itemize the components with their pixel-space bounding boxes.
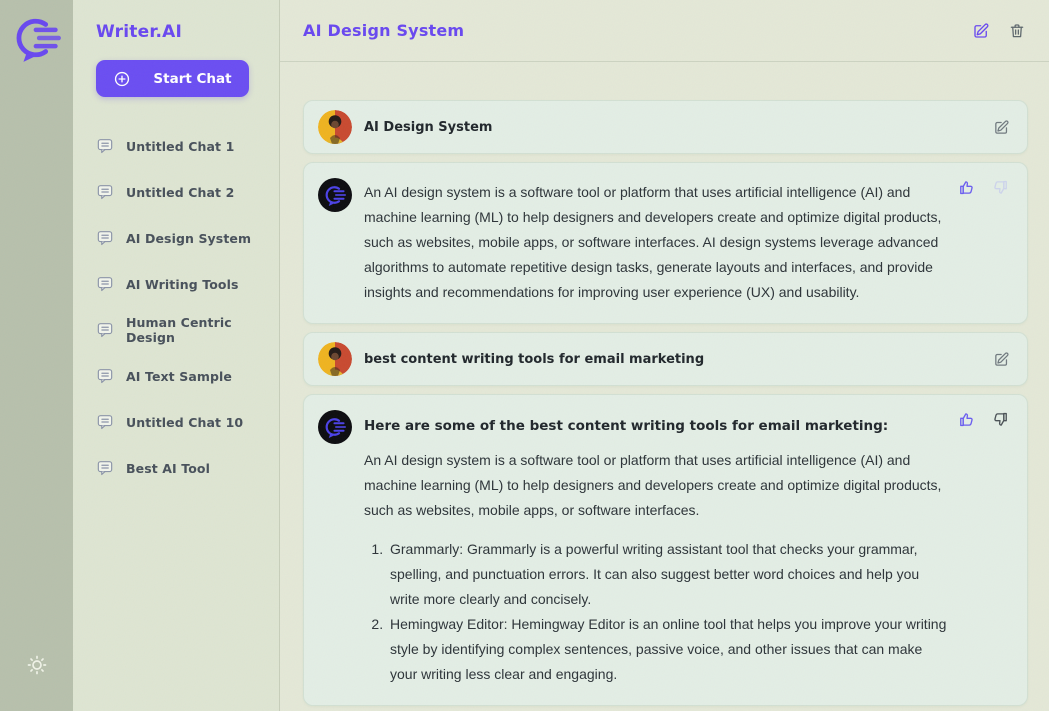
chat-bubble-icon <box>96 183 114 201</box>
thumbs-up-button[interactable] <box>957 177 977 197</box>
trash-icon <box>1008 22 1026 40</box>
chat-item-label: Human Centric Design <box>126 315 279 345</box>
delete-conversation-button[interactable] <box>1007 21 1027 41</box>
assistant-numbered-list: Grammarly: Grammarly is a powerful writi… <box>364 537 949 687</box>
chat-bubble-icon <box>96 137 114 155</box>
chat-item-label: AI Writing Tools <box>126 277 239 292</box>
main-panel: AI Design System <box>280 0 1049 711</box>
chat-bubble-icon <box>96 275 114 293</box>
list-item: Grammarly: Grammarly is a powerful writi… <box>387 537 949 612</box>
user-avatar <box>318 110 352 144</box>
assistant-message-card: An AI design system is a software tool o… <box>303 162 1028 324</box>
thumbs-up-icon <box>958 410 977 429</box>
conversation-scroll-area[interactable]: AI Design System <box>280 62 1049 711</box>
chat-item-label: Untitled Chat 2 <box>126 185 234 200</box>
conversation-header: AI Design System <box>280 0 1049 62</box>
user-message-text: best content writing tools for email mar… <box>364 352 704 367</box>
assistant-paragraph: An AI design system is a software tool o… <box>364 448 957 523</box>
chat-item-label: Untitled Chat 1 <box>126 139 234 154</box>
user-avatar <box>318 342 352 376</box>
edit-icon <box>993 119 1010 136</box>
thumbs-down-icon <box>990 178 1009 197</box>
sidebar-item-ai-text-sample[interactable]: AI Text Sample <box>96 353 279 399</box>
chat-bubble-icon <box>96 229 114 247</box>
user-message-text: AI Design System <box>364 120 492 135</box>
plus-circle-icon <box>113 70 131 88</box>
thumbs-down-icon <box>990 410 1009 429</box>
brand-name: Writer.AI <box>96 22 279 42</box>
edit-icon <box>972 22 990 40</box>
chat-bubble-icon <box>96 459 114 477</box>
thumbs-down-button[interactable] <box>989 177 1009 197</box>
sidebar-item-ai-design-system[interactable]: AI Design System <box>96 215 279 261</box>
start-chat-label: Start Chat <box>153 71 231 87</box>
edit-icon <box>993 351 1010 368</box>
chat-list: Untitled Chat 1 Untitled Chat 2 AI Desig… <box>96 123 279 491</box>
assistant-avatar <box>318 410 352 444</box>
chat-item-label: Best AI Tool <box>126 461 210 476</box>
sidebar: Writer.AI Start Chat Untitled Chat 1 Unt… <box>73 0 280 711</box>
sidebar-item-ai-writing-tools[interactable]: AI Writing Tools <box>96 261 279 307</box>
sidebar-item-best-ai-tool[interactable]: Best AI Tool <box>96 445 279 491</box>
chat-bubble-icon <box>96 321 114 339</box>
left-rail <box>0 0 73 711</box>
thumbs-down-button[interactable] <box>989 409 1009 429</box>
writer-logo-icon[interactable] <box>11 12 63 64</box>
header-actions <box>971 21 1027 41</box>
thumbs-up-button[interactable] <box>957 409 977 429</box>
user-message-card: best content writing tools for email mar… <box>303 332 1028 386</box>
list-item: Hemingway Editor: Hemingway Editor is an… <box>387 612 949 687</box>
sidebar-item-untitled-chat-10[interactable]: Untitled Chat 10 <box>96 399 279 445</box>
rename-conversation-button[interactable] <box>971 21 991 41</box>
assistant-intro-text: Here are some of the best content writin… <box>364 418 957 434</box>
user-message-card: AI Design System <box>303 100 1028 154</box>
sidebar-item-human-centric-design[interactable]: Human Centric Design <box>96 307 279 353</box>
feedback-buttons <box>957 177 1009 197</box>
edit-message-button[interactable] <box>991 117 1011 137</box>
chat-item-label: AI Text Sample <box>126 369 232 384</box>
chat-item-label: AI Design System <box>126 231 251 246</box>
assistant-avatar <box>318 178 352 212</box>
assistant-message-card: Here are some of the best content writin… <box>303 394 1028 706</box>
assistant-paragraph: An AI design system is a software tool o… <box>364 180 957 305</box>
edit-message-button[interactable] <box>991 349 1011 369</box>
chat-bubble-icon <box>96 367 114 385</box>
chat-item-label: Untitled Chat 10 <box>126 415 243 430</box>
start-chat-button[interactable]: Start Chat <box>96 60 249 97</box>
sidebar-item-untitled-chat-1[interactable]: Untitled Chat 1 <box>96 123 279 169</box>
thumbs-up-icon <box>958 178 977 197</box>
page-title: AI Design System <box>303 21 464 40</box>
sidebar-item-untitled-chat-2[interactable]: Untitled Chat 2 <box>96 169 279 215</box>
chat-bubble-icon <box>96 413 114 431</box>
theme-toggle-sun-icon[interactable] <box>25 653 49 677</box>
feedback-buttons <box>957 409 1009 429</box>
